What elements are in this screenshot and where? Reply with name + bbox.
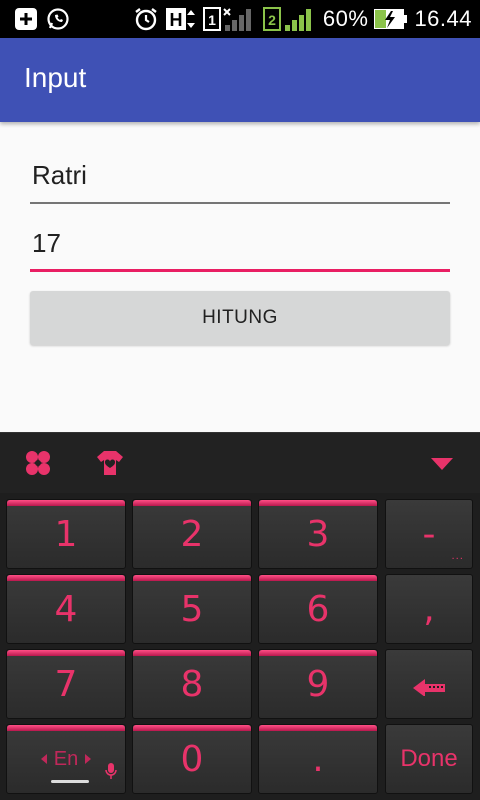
name-field-underline <box>30 202 450 204</box>
key-language[interactable]: En <box>6 724 126 794</box>
svg-text:H: H <box>169 10 182 30</box>
key-0-label: 0 <box>180 738 204 780</box>
key-3-label: 3 <box>306 513 330 555</box>
key-0[interactable]: 0 <box>132 724 252 794</box>
key-3[interactable]: 3 <box>258 499 378 569</box>
key-8[interactable]: 8 <box>132 649 252 719</box>
key-6[interactable]: 6 <box>258 574 378 644</box>
battery-percent: 60% <box>322 6 369 31</box>
sim1-signal-icon: 1 <box>202 5 257 33</box>
numeric-keyboard: 1 2 3 -... 4 5 6 , 7 8 9 En 0 . Done <box>0 432 480 800</box>
space-indicator <box>51 780 89 783</box>
age-field-underline <box>30 269 450 272</box>
key-enter[interactable] <box>385 649 473 719</box>
whatsapp-icon <box>46 7 70 31</box>
theme-shirt-icon[interactable] <box>94 447 126 479</box>
key-2-label: 2 <box>180 513 204 555</box>
name-field[interactable]: Ratri <box>30 160 450 204</box>
key-4[interactable]: 4 <box>6 574 126 644</box>
status-bar: H 1 2 60% 16.44 <box>0 0 480 38</box>
key-2[interactable]: 2 <box>132 499 252 569</box>
sim2-signal-icon: 2 <box>262 5 317 33</box>
keyboard-toolbar <box>0 433 480 493</box>
clock: 16.44 <box>414 6 472 31</box>
key-8-label: 8 <box>180 663 204 705</box>
hitung-button[interactable]: HITUNG <box>30 291 450 345</box>
more-dots-icon: ... <box>451 551 464 562</box>
mic-icon <box>105 761 117 785</box>
key-1[interactable]: 1 <box>6 499 126 569</box>
key-period[interactable]: . <box>258 724 378 794</box>
battery-charging-icon <box>374 8 408 30</box>
key-minus[interactable]: -... <box>385 499 473 569</box>
add-icon <box>14 7 38 31</box>
key-4-label: 4 <box>54 588 78 630</box>
svg-text:2: 2 <box>268 12 276 28</box>
key-9-label: 9 <box>306 663 330 705</box>
chevron-left-icon <box>40 754 47 764</box>
network-h-icon: H <box>165 6 197 32</box>
age-field-value: 17 <box>32 228 61 258</box>
done-label: Done <box>400 745 458 772</box>
key-minus-label: - <box>422 513 436 555</box>
app-bar: Input <box>0 38 480 122</box>
key-6-label: 6 <box>306 588 330 630</box>
language-label: En <box>53 747 79 770</box>
age-field[interactable]: 17 <box>30 228 450 272</box>
key-period-label: . <box>312 738 324 780</box>
svg-text:1: 1 <box>208 12 216 28</box>
language-switch: En <box>40 748 92 771</box>
chevron-right-icon <box>85 754 92 764</box>
key-comma[interactable]: , <box>385 574 473 644</box>
key-7[interactable]: 7 <box>6 649 126 719</box>
key-7-label: 7 <box>54 663 78 705</box>
key-5[interactable]: 5 <box>132 574 252 644</box>
done-button[interactable]: Done <box>385 724 473 794</box>
clover-icon[interactable] <box>22 447 54 479</box>
alarm-icon <box>133 6 159 32</box>
key-5-label: 5 <box>180 588 204 630</box>
key-9[interactable]: 9 <box>258 649 378 719</box>
page-title: Input <box>24 62 87 93</box>
key-1-label: 1 <box>54 513 78 555</box>
key-comma-label: , <box>423 588 435 630</box>
collapse-keyboard-icon[interactable] <box>426 447 458 479</box>
name-field-value: Ratri <box>32 160 87 190</box>
enter-arrow-icon <box>411 664 447 705</box>
